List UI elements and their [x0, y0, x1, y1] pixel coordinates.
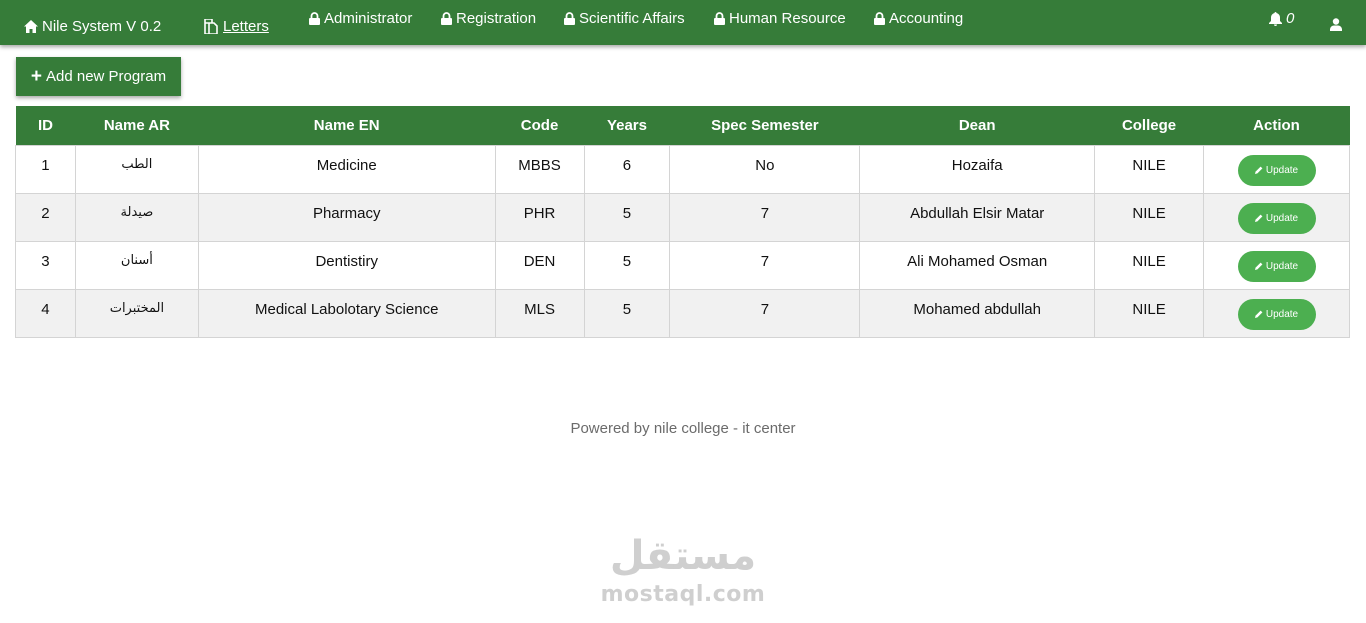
- update-button[interactable]: Update: [1237, 202, 1316, 234]
- nav-administrator[interactable]: Administrator: [309, 0, 412, 41]
- cell-action: Update: [1203, 144, 1350, 194]
- nav-letters[interactable]: Letters: [204, 4, 269, 49]
- table-row: 3 أسنان Dentistiry DEN 5 7 Ali Mohamed O…: [15, 240, 1350, 290]
- header-id: ID: [15, 106, 76, 145]
- header-spec-semester: Spec Semester: [669, 106, 860, 145]
- pencil-icon: [1254, 310, 1263, 318]
- nav-scientific-affairs[interactable]: Scientific Affairs: [564, 0, 685, 41]
- table-row: 2 صيدلة Pharmacy PHR 5 7 Abdullah Elsir …: [15, 192, 1350, 242]
- lock-icon: [309, 12, 320, 25]
- cell-name-en: Dentistiry: [197, 240, 496, 290]
- update-button[interactable]: Update: [1237, 298, 1316, 330]
- files-icon: [204, 19, 218, 34]
- cell-spec-semester: 7: [669, 240, 861, 290]
- cell-code: MLS: [494, 288, 585, 338]
- cell-college: NILE: [1094, 144, 1204, 194]
- nav-scientific-affairs-label: Scientific Affairs: [579, 10, 685, 27]
- cell-name-ar: صيدلة: [74, 192, 199, 242]
- cell-name-en: Medicine: [197, 144, 496, 194]
- header-name-ar: Name AR: [75, 106, 199, 145]
- brand-link[interactable]: Nile System V 0.2: [24, 4, 161, 49]
- header-years: Years: [584, 106, 670, 145]
- cell-code: PHR: [494, 192, 585, 242]
- cell-dean: Ali Mohamed Osman: [859, 240, 1096, 290]
- nav-human-resource[interactable]: Human Resource: [714, 0, 846, 41]
- header-name-en: Name EN: [198, 106, 496, 145]
- lock-icon: [441, 12, 452, 25]
- header-code: Code: [495, 106, 584, 145]
- update-label: Update: [1265, 212, 1299, 224]
- cell-college: NILE: [1094, 288, 1204, 338]
- add-new-program-label: Add new Program: [46, 68, 167, 85]
- cell-name-en: Medical Labolotary Science: [197, 288, 496, 338]
- nav-letters-label: Letters: [223, 18, 269, 35]
- cell-spec-semester: 7: [669, 288, 861, 338]
- nav-registration[interactable]: Registration: [441, 0, 536, 41]
- footer-text: Powered by nile college - it center: [570, 420, 796, 437]
- cell-college: NILE: [1094, 240, 1204, 290]
- notifications-button[interactable]: 0: [1269, 0, 1294, 41]
- programs-table: ID Name AR Name EN Code Years Spec Semes…: [15, 106, 1350, 338]
- cell-id: 1: [15, 144, 76, 194]
- cell-years: 6: [583, 144, 671, 194]
- cell-spec-semester: No: [669, 144, 861, 194]
- cell-name-en: Pharmacy: [197, 192, 496, 242]
- pencil-icon: [1254, 262, 1263, 270]
- cell-years: 5: [583, 240, 671, 290]
- brand-label: Nile System V 0.2: [42, 18, 162, 35]
- update-button[interactable]: Update: [1237, 250, 1316, 282]
- lock-icon: [564, 12, 575, 25]
- cell-id: 2: [15, 192, 76, 242]
- notifications-count: 0: [1286, 10, 1295, 27]
- cell-name-ar: الطب: [74, 144, 199, 194]
- home-icon: [24, 20, 38, 33]
- cell-years: 5: [583, 288, 671, 338]
- header-college: College: [1094, 106, 1204, 145]
- update-label: Update: [1265, 308, 1299, 320]
- nav-administrator-label: Administrator: [324, 10, 413, 27]
- add-new-program-button[interactable]: + Add new Program: [16, 57, 181, 96]
- bell-icon: [1269, 11, 1282, 26]
- cell-action: Update: [1203, 240, 1350, 290]
- update-label: Update: [1265, 260, 1299, 272]
- cell-code: DEN: [494, 240, 585, 290]
- cell-dean: Abdullah Elsir Matar: [859, 192, 1096, 242]
- cell-years: 5: [583, 192, 671, 242]
- watermark-arabic: مستقل: [609, 533, 757, 579]
- table-row: 4 المختبرات Medical Labolotary Science M…: [15, 288, 1350, 338]
- cell-code: MBBS: [494, 144, 585, 194]
- cell-college: NILE: [1094, 192, 1204, 242]
- cell-spec-semester: 7: [669, 192, 861, 242]
- table-row: 1 الطب Medicine MBBS 6 No Hozaifa NILE U…: [15, 144, 1350, 194]
- update-label: Update: [1265, 164, 1299, 176]
- cell-id: 3: [15, 240, 76, 290]
- cell-id: 4: [15, 288, 76, 338]
- pencil-icon: [1254, 214, 1263, 222]
- cell-dean: Mohamed abdullah: [859, 288, 1096, 338]
- nav-accounting-label: Accounting: [889, 10, 964, 27]
- cell-name-ar: أسنان: [74, 240, 199, 290]
- nav-registration-label: Registration: [456, 10, 537, 27]
- user-icon: [1330, 18, 1342, 31]
- lock-icon: [874, 12, 885, 25]
- nav-human-resource-label: Human Resource: [729, 10, 846, 27]
- lock-icon: [714, 12, 725, 25]
- header-action: Action: [1203, 106, 1350, 145]
- update-button[interactable]: Update: [1237, 154, 1316, 186]
- pencil-icon: [1254, 166, 1263, 174]
- nav-accounting[interactable]: Accounting: [874, 0, 963, 41]
- user-menu-button[interactable]: [1330, 2, 1346, 47]
- watermark-latin: mostaql.com: [600, 582, 766, 607]
- cell-dean: Hozaifa: [859, 144, 1096, 194]
- cell-action: Update: [1203, 192, 1350, 242]
- plus-icon: +: [30, 66, 43, 87]
- top-navbar: Nile System V 0.2 Letters Administrator …: [0, 0, 1366, 45]
- cell-action: Update: [1203, 288, 1350, 338]
- cell-name-ar: المختبرات: [74, 288, 199, 338]
- table-header-row: ID Name AR Name EN Code Years Spec Semes…: [15, 106, 1350, 145]
- mostaql-watermark: مستقل mostaql.com: [583, 530, 783, 608]
- header-dean: Dean: [859, 106, 1095, 145]
